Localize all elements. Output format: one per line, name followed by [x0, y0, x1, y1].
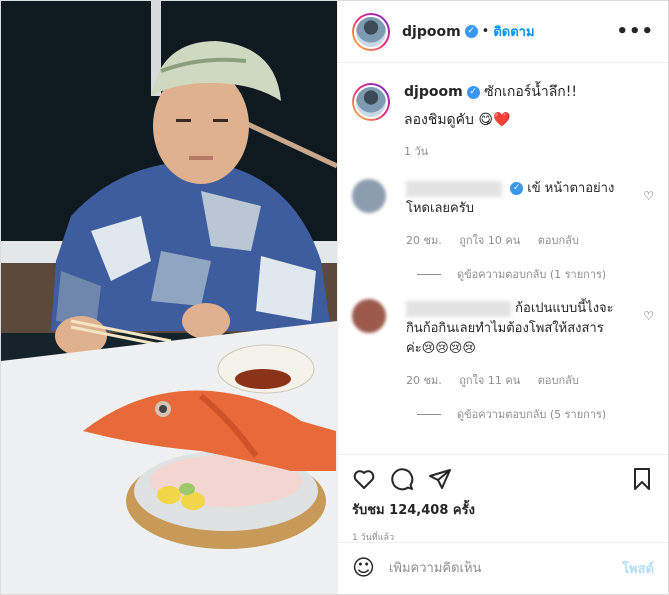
comment-item: ก้อเปนแบบนี้ไงจะ กินก้อกินเลยทำไมต้องโพส…	[352, 299, 654, 391]
bookmark-icon[interactable]	[630, 467, 654, 491]
view-replies-button[interactable]: ดูข้อความตอบกลับ (1 รายการ)	[417, 265, 654, 283]
dot-separator: •	[481, 24, 490, 39]
verified-icon: ✓	[510, 182, 524, 195]
commenter-username[interactable]	[406, 300, 511, 317]
like-comment-heart-icon[interactable]: ♡	[643, 189, 654, 203]
caption-time[interactable]: 1 วัน	[404, 145, 428, 158]
post-actions: รับชม 124,408 ครั้ง 1 วันที่แล้ว	[338, 454, 668, 543]
post-sidebar: djpoom ✓ • ติดตาม ••• djpoom ✓ ซักเกอร์น้…	[337, 1, 668, 594]
follow-button[interactable]: ติดตาม	[493, 21, 534, 42]
verified-icon: ✓	[464, 25, 478, 38]
post-dialog: djpoom ✓ • ติดตาม ••• djpoom ✓ ซักเกอร์น้…	[0, 0, 669, 595]
comment-time[interactable]: 20 ชม.	[406, 234, 442, 247]
add-comment-bar: ☺ โพสต์	[338, 542, 668, 594]
comment-text: ก้อเปนแบบนี้ไงจะ	[515, 301, 614, 316]
comment-likes[interactable]: ถูกใจ 11 คน	[459, 374, 520, 387]
comments-list: djpoom ✓ ซักเกอร์น้ำลึก!! ลองชิมดูคับ 😋❤️…	[338, 63, 668, 454]
reply-button[interactable]: ตอบกลับ	[538, 234, 579, 247]
post-comment-button[interactable]: โพสต์	[622, 558, 654, 579]
comment-input[interactable]	[388, 561, 623, 576]
caption-line2: ลองชิมดูคับ 😋❤️	[404, 112, 511, 128]
post-header: djpoom ✓ • ติดตาม •••	[338, 1, 668, 63]
commenter-avatar[interactable]	[352, 299, 386, 333]
caption-avatar[interactable]	[352, 83, 390, 121]
commenter-avatar[interactable]	[352, 179, 386, 213]
header-username[interactable]: djpoom	[402, 24, 461, 40]
comment-icon[interactable]	[390, 467, 414, 491]
video-frame	[1, 1, 337, 594]
avatar[interactable]	[352, 12, 390, 51]
share-icon[interactable]	[428, 467, 452, 491]
post-video[interactable]	[1, 1, 337, 594]
reply-button[interactable]: ตอบกลับ	[538, 374, 579, 387]
heart-icon[interactable]	[352, 467, 376, 491]
comment-text-line2: กินก้อกินเลยทำไมต้องโพสให้สงสาร	[406, 321, 604, 336]
caption: djpoom ✓ ซักเกอร์น้ำลึก!! ลองชิมดูคับ 😋❤️…	[352, 81, 654, 163]
commenter-username[interactable]	[406, 180, 502, 197]
comment-item: ✓ เข้ หน้าตาอย่าง โหดเลยครับ 20 ชม. ถูกใ…	[352, 179, 654, 251]
view-count[interactable]: รับชม 124,408 ครั้ง	[352, 499, 654, 520]
caption-username[interactable]: djpoom	[404, 84, 463, 100]
emoji-icon[interactable]: ☺	[352, 556, 375, 581]
comment-text: เข้ หน้าตาอย่าง	[527, 181, 615, 196]
view-replies-text: ดูข้อความตอบกลับ (1 รายการ)	[457, 268, 607, 281]
like-comment-heart-icon[interactable]: ♡	[643, 309, 654, 323]
comment-likes[interactable]: ถูกใจ 10 คน	[459, 234, 520, 247]
comment-text-line2: โหดเลยครับ	[406, 201, 474, 216]
view-replies-button[interactable]: ดูข้อความตอบกลับ (5 รายการ)	[417, 405, 654, 423]
verified-icon: ✓	[466, 85, 480, 99]
comment-time[interactable]: 20 ชม.	[406, 374, 442, 387]
view-replies-text: ดูข้อความตอบกลับ (5 รายการ)	[457, 408, 607, 421]
caption-text: ซักเกอร์น้ำลึก!!	[484, 84, 578, 100]
more-options-icon[interactable]: •••	[616, 21, 654, 42]
comment-text-line3: ค่ะ😢😢😢😢	[406, 341, 476, 356]
